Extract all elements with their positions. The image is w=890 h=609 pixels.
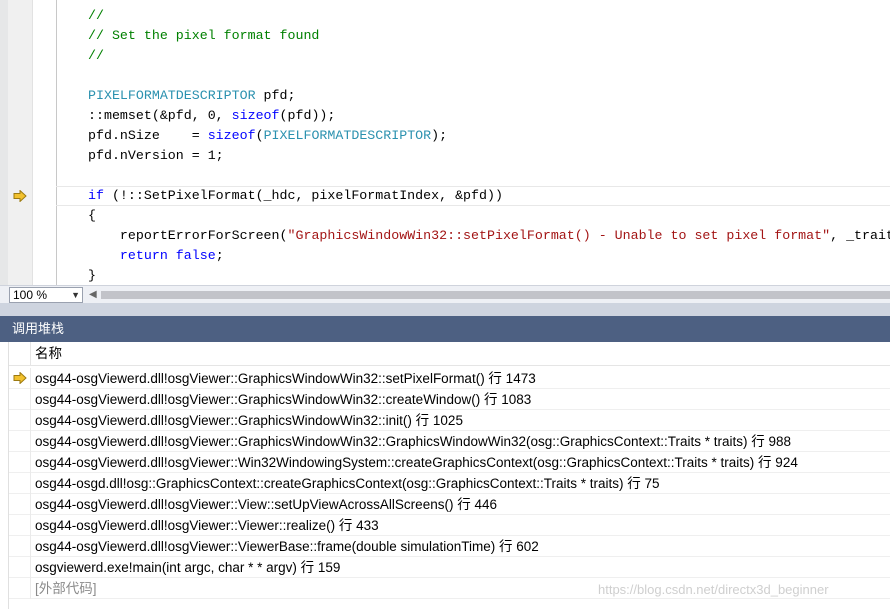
call-stack-row[interactable]: osg44-osgViewerd.dll!osgViewer::View::se…	[9, 494, 890, 515]
call-stack-grid[interactable]: 名称 osg44-osgViewerd.dll!osgViewer::Graph…	[8, 342, 890, 609]
code-token: sizeof	[231, 108, 280, 123]
column-header-name[interactable]: 名称	[35, 342, 62, 366]
row-gutter	[9, 515, 31, 536]
zoom-value: 100 %	[13, 288, 48, 302]
code-token: reportErrorForScreen(	[88, 228, 288, 243]
code-token: pfd.nSize =	[88, 128, 208, 143]
row-gutter	[9, 431, 31, 452]
code-token: false	[175, 248, 216, 263]
code-line[interactable]: ::memset(&pfd, 0, sizeof(pfd));	[88, 106, 335, 126]
code-token: {	[88, 208, 96, 223]
code-token: if	[88, 188, 104, 203]
watermark: https://blog.csdn.net/directx3d_beginner	[598, 582, 829, 597]
zoom-dropdown[interactable]: 100 % ▼	[9, 287, 83, 303]
call-stack-row[interactable]: osg44-osgViewerd.dll!osgViewer::Graphics…	[9, 431, 890, 452]
call-stack-frame-name: osgviewerd.exe!main(int argc, char * * a…	[35, 560, 341, 575]
panel-splitter[interactable]	[0, 303, 890, 316]
code-token: PIXELFORMATDESCRIPTOR	[263, 128, 432, 143]
call-stack-frame-name: osg44-osgd.dll!osg::GraphicsContext::cre…	[35, 476, 660, 491]
code-token: //	[88, 8, 104, 23]
row-gutter	[9, 389, 31, 410]
call-stack-row[interactable]: osg44-osgViewerd.dll!osgViewer::Graphics…	[9, 368, 890, 389]
scroll-left-icon[interactable]: ◀	[89, 289, 97, 300]
call-stack-row[interactable]: osg44-osgViewerd.dll!osgViewer::Viewer::…	[9, 515, 890, 536]
code-line[interactable]: // Set the pixel format found	[88, 26, 319, 46]
code-token: "GraphicsWindowWin32::setPixelFormat() -…	[287, 228, 831, 243]
call-stack-frame-name: [外部代码]	[35, 581, 97, 596]
code-token: (pfd));	[279, 108, 336, 123]
header-gutter	[9, 342, 31, 366]
code-line[interactable]: pfd.nSize = sizeof(PIXELFORMATDESCRIPTOR…	[88, 126, 447, 146]
call-stack-row[interactable]: osg44-osgViewerd.dll!osgViewer::Graphics…	[9, 410, 890, 431]
call-stack-frame-name: osg44-osgViewerd.dll!osgViewer::Graphics…	[35, 392, 532, 407]
call-stack-row[interactable]: osg44-osgViewerd.dll!osgViewer::Win32Win…	[9, 452, 890, 473]
code-token: (	[255, 128, 264, 143]
code-token: sizeof	[207, 128, 256, 143]
call-stack-frame-name: osg44-osgViewerd.dll!osgViewer::View::se…	[35, 497, 497, 512]
code-token: ;	[215, 248, 224, 263]
code-token: pfd;	[255, 88, 296, 103]
breakpoint-margin[interactable]	[8, 0, 33, 285]
call-stack-row[interactable]: osg44-osgd.dll!osg::GraphicsContext::cre…	[9, 473, 890, 494]
code-line[interactable]: pfd.nVersion = 1;	[88, 146, 224, 166]
code-token: , _traits.get(), ::GetLastError());	[830, 228, 890, 243]
code-line[interactable]: reportErrorForScreen("GraphicsWindowWin3…	[88, 226, 890, 246]
code-line[interactable]: {	[88, 206, 96, 226]
call-stack-frame-name: osg44-osgViewerd.dll!osgViewer::Win32Win…	[35, 455, 798, 470]
call-stack-frame-name: osg44-osgViewerd.dll!osgViewer::Graphics…	[35, 371, 536, 386]
code-token: }	[88, 268, 96, 283]
current-statement-arrow-icon	[13, 190, 27, 202]
code-line[interactable]: if (!::SetPixelFormat(_hdc, pixelFormatI…	[88, 186, 503, 206]
editor-left-margin	[0, 0, 8, 285]
call-stack-frame-name: osg44-osgViewerd.dll!osgViewer::ViewerBa…	[35, 539, 539, 554]
horizontal-scrollbar[interactable]	[101, 291, 890, 299]
row-gutter	[9, 557, 31, 578]
code-line[interactable]: return false;	[88, 246, 224, 266]
row-gutter	[9, 494, 31, 515]
call-stack-panel-title: 调用堆栈	[0, 316, 890, 342]
code-line[interactable]: //	[88, 6, 104, 26]
code-token: (!::SetPixelFormat(_hdc, pixelFormatInde…	[103, 188, 503, 203]
code-line[interactable]: PIXELFORMATDESCRIPTOR pfd;	[88, 86, 295, 106]
current-frame-arrow-icon	[13, 372, 27, 384]
call-stack-row[interactable]: osg44-osgViewerd.dll!osgViewer::ViewerBa…	[9, 536, 890, 557]
row-gutter	[9, 473, 31, 494]
row-gutter	[9, 368, 31, 389]
code-token: ::memset(&pfd, 0,	[88, 108, 232, 123]
outline-fold-line	[56, 0, 57, 285]
call-stack-row[interactable]: osgviewerd.exe!main(int argc, char * * a…	[9, 557, 890, 578]
column-header: 名称	[9, 342, 890, 366]
row-gutter	[9, 536, 31, 557]
chevron-down-icon: ▼	[71, 290, 80, 300]
code-token: );	[431, 128, 448, 143]
code-token: //	[88, 48, 104, 63]
code-token: pfd.nVersion = 1;	[88, 148, 224, 163]
row-gutter	[9, 452, 31, 473]
code-line[interactable]: }	[88, 266, 96, 285]
call-stack-frame-name: osg44-osgViewerd.dll!osgViewer::Graphics…	[35, 434, 792, 449]
code-editor[interactable]: // // Set the pixel format found // PIXELFO…	[0, 0, 890, 285]
row-gutter	[9, 578, 31, 599]
editor-status-bar: 100 % ▼ ◀	[0, 285, 890, 303]
code-token: PIXELFORMATDESCRIPTOR	[88, 88, 256, 103]
call-stack-frame-name: osg44-osgViewerd.dll!osgViewer::Viewer::…	[35, 518, 379, 533]
call-stack-frame-name: osg44-osgViewerd.dll!osgViewer::Graphics…	[35, 413, 463, 428]
code-line[interactable]: //	[88, 46, 104, 66]
call-stack-title: 调用堆栈	[12, 321, 65, 336]
row-gutter	[9, 410, 31, 431]
code-token: // Set the pixel format found	[88, 28, 320, 43]
call-stack-row[interactable]: osg44-osgViewerd.dll!osgViewer::Graphics…	[9, 389, 890, 410]
code-token: return	[119, 248, 168, 263]
